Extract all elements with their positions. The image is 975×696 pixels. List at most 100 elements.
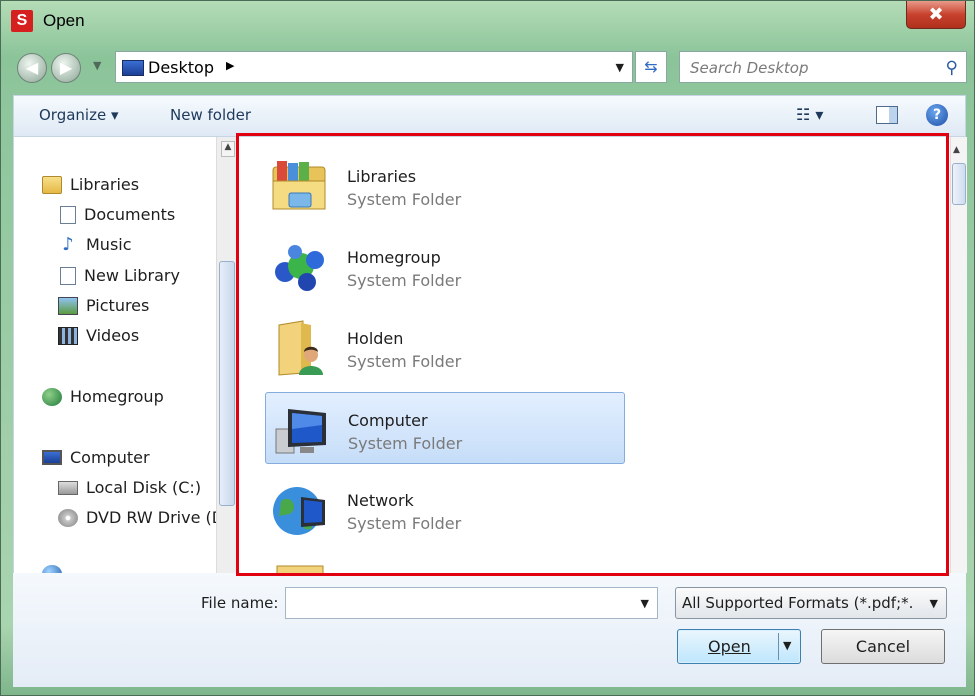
- user-folder-icon: [278, 320, 323, 376]
- nav-item-music[interactable]: ♪ Music: [58, 233, 132, 255]
- nav-label: Pictures: [86, 296, 150, 315]
- nav-label: Documents: [84, 205, 176, 224]
- file-list-scrollbar[interactable]: ▲: [950, 137, 967, 573]
- nav-item-dvd-drive[interactable]: DVD RW Drive (D: [58, 508, 216, 527]
- file-type: System Folder: [347, 271, 462, 290]
- back-button[interactable]: ◀: [17, 53, 47, 83]
- nav-item-local-disk[interactable]: Local Disk (C:): [58, 478, 201, 497]
- libraries-icon: [42, 175, 62, 194]
- pictures-icon: [58, 296, 78, 315]
- file-name: Computer: [348, 411, 428, 430]
- network-globe-icon: [273, 487, 325, 535]
- file-type-select[interactable]: All Supported Formats (*.pdf;*. ▼: [675, 587, 947, 619]
- music-note-icon: ♪: [62, 233, 74, 255]
- recent-locations-dropdown[interactable]: ▼: [93, 59, 101, 72]
- forward-button[interactable]: ▶: [51, 53, 81, 83]
- address-location[interactable]: Desktop: [148, 58, 214, 77]
- file-type: System Folder: [348, 434, 463, 453]
- computer-icon: [42, 450, 62, 465]
- nav-label: Libraries: [70, 175, 140, 194]
- file-type-value: All Supported Formats (*.pdf;*.: [682, 594, 914, 612]
- libraries-folder-icon: [272, 161, 326, 210]
- app-logo-icon: S: [11, 10, 33, 32]
- nav-item-new-library[interactable]: New Library: [58, 266, 180, 285]
- scrollbar-thumb[interactable]: [952, 163, 966, 205]
- network-icon: [42, 565, 62, 573]
- file-item-holden[interactable]: Holden System Folder: [265, 311, 625, 383]
- nav-item-pictures[interactable]: Pictures: [58, 296, 149, 315]
- close-button[interactable]: ✖: [906, 1, 966, 29]
- address-dropdown-icon[interactable]: ▼: [616, 61, 624, 74]
- file-name: Holden: [347, 329, 404, 348]
- nav-label: Music: [86, 235, 132, 254]
- address-bar[interactable]: Desktop ▶ ▼: [115, 51, 633, 83]
- homegroup-icon: [42, 387, 62, 406]
- nav-item-homegroup[interactable]: Homegroup: [42, 387, 164, 406]
- arrow-left-icon: ◀: [25, 58, 39, 77]
- file-type: System Folder: [347, 514, 462, 533]
- file-name: Network: [347, 491, 414, 510]
- homegroup-icon: [275, 245, 324, 291]
- nav-item-computer[interactable]: Computer: [42, 448, 150, 467]
- nav-label: Computer: [70, 448, 150, 467]
- file-item-computer[interactable]: Computer System Folder: [265, 392, 625, 464]
- file-name-input[interactable]: [292, 593, 626, 613]
- chevron-down-icon: ▼: [929, 597, 938, 610]
- file-item-partial[interactable]: [265, 554, 625, 573]
- command-bar: Organize ▾ New folder ☷ ▾ ?: [13, 95, 966, 137]
- dvd-drive-icon: [58, 508, 78, 527]
- file-list: Libraries System Folder Homegroup System…: [238, 137, 950, 573]
- search-input[interactable]: [688, 58, 932, 78]
- title-bar[interactable]: S Open ✖: [1, 1, 974, 41]
- scroll-up-arrow-icon[interactable]: ▲: [953, 145, 960, 155]
- new-folder-button[interactable]: New folder: [170, 106, 251, 124]
- nav-label: Local Disk (C:): [86, 478, 202, 497]
- cancel-button[interactable]: Cancel: [821, 629, 945, 664]
- dialog-footer: File name: ▼ All Supported Formats (*.pd…: [13, 573, 966, 687]
- refresh-button[interactable]: ⇆: [635, 51, 667, 83]
- scrollbar-thumb[interactable]: [219, 261, 235, 506]
- film-strip-icon: [58, 326, 78, 345]
- window-title: Open: [43, 11, 85, 30]
- refresh-icon: ⇆: [644, 57, 658, 76]
- nav-label: Videos: [86, 326, 140, 345]
- search-icon[interactable]: ⚲: [946, 58, 958, 78]
- address-row: ◀ ▶ ▼ Desktop ▶ ▼ ⇆ ⚲: [1, 45, 974, 89]
- scroll-up-arrow-icon[interactable]: ▲: [221, 141, 235, 157]
- file-item-libraries[interactable]: Libraries System Folder: [265, 149, 625, 221]
- nav-label: DVD RW Drive (D: [86, 508, 216, 527]
- file-name: Libraries: [347, 167, 417, 186]
- help-button[interactable]: ?: [926, 104, 948, 126]
- file-item-network[interactable]: Network System Folder: [265, 473, 625, 545]
- split-divider: [778, 633, 779, 660]
- file-name-label: File name:: [201, 594, 279, 612]
- file-type: System Folder: [347, 352, 462, 371]
- change-view-button[interactable]: ☷ ▾: [796, 105, 823, 124]
- arrow-right-icon: ▶: [59, 58, 73, 77]
- nav-item-network-partial[interactable]: [42, 565, 70, 573]
- open-options-dropdown-icon[interactable]: ▼: [783, 639, 791, 652]
- nav-item-documents[interactable]: Documents: [58, 205, 175, 224]
- hard-disk-icon: [58, 480, 78, 495]
- breadcrumb-chevron-icon[interactable]: ▶: [226, 59, 234, 72]
- file-name: Homegroup: [347, 248, 441, 267]
- open-dialog: S Open ✖ ◀ ▶ ▼ Desktop ▶ ▼ ⇆ ⚲ Organize …: [0, 0, 975, 696]
- file-type: System Folder: [347, 190, 462, 209]
- file-item-homegroup[interactable]: Homegroup System Folder: [265, 230, 625, 302]
- navigation-pane: Libraries Documents ♪ Music New Library …: [14, 137, 216, 573]
- organize-menu-button[interactable]: Organize ▾: [39, 106, 119, 124]
- view-options-icon: ☷ ▾: [796, 105, 824, 124]
- search-box[interactable]: ⚲: [679, 51, 967, 83]
- open-button[interactable]: Open ▼: [677, 629, 801, 664]
- desktop-icon: [122, 60, 144, 76]
- nav-item-libraries[interactable]: Libraries: [42, 175, 139, 194]
- browser-area: Libraries Documents ♪ Music New Library …: [13, 137, 967, 573]
- library-icon: [60, 266, 76, 285]
- nav-label: Homegroup: [70, 387, 164, 406]
- file-name-combobox[interactable]: ▼: [285, 587, 658, 619]
- navigation-scrollbar[interactable]: ▲: [216, 137, 237, 573]
- chevron-down-icon[interactable]: ▼: [641, 597, 649, 610]
- preview-pane-button[interactable]: [876, 106, 898, 124]
- nav-label: New Library: [84, 266, 180, 285]
- nav-item-videos[interactable]: Videos: [58, 326, 139, 345]
